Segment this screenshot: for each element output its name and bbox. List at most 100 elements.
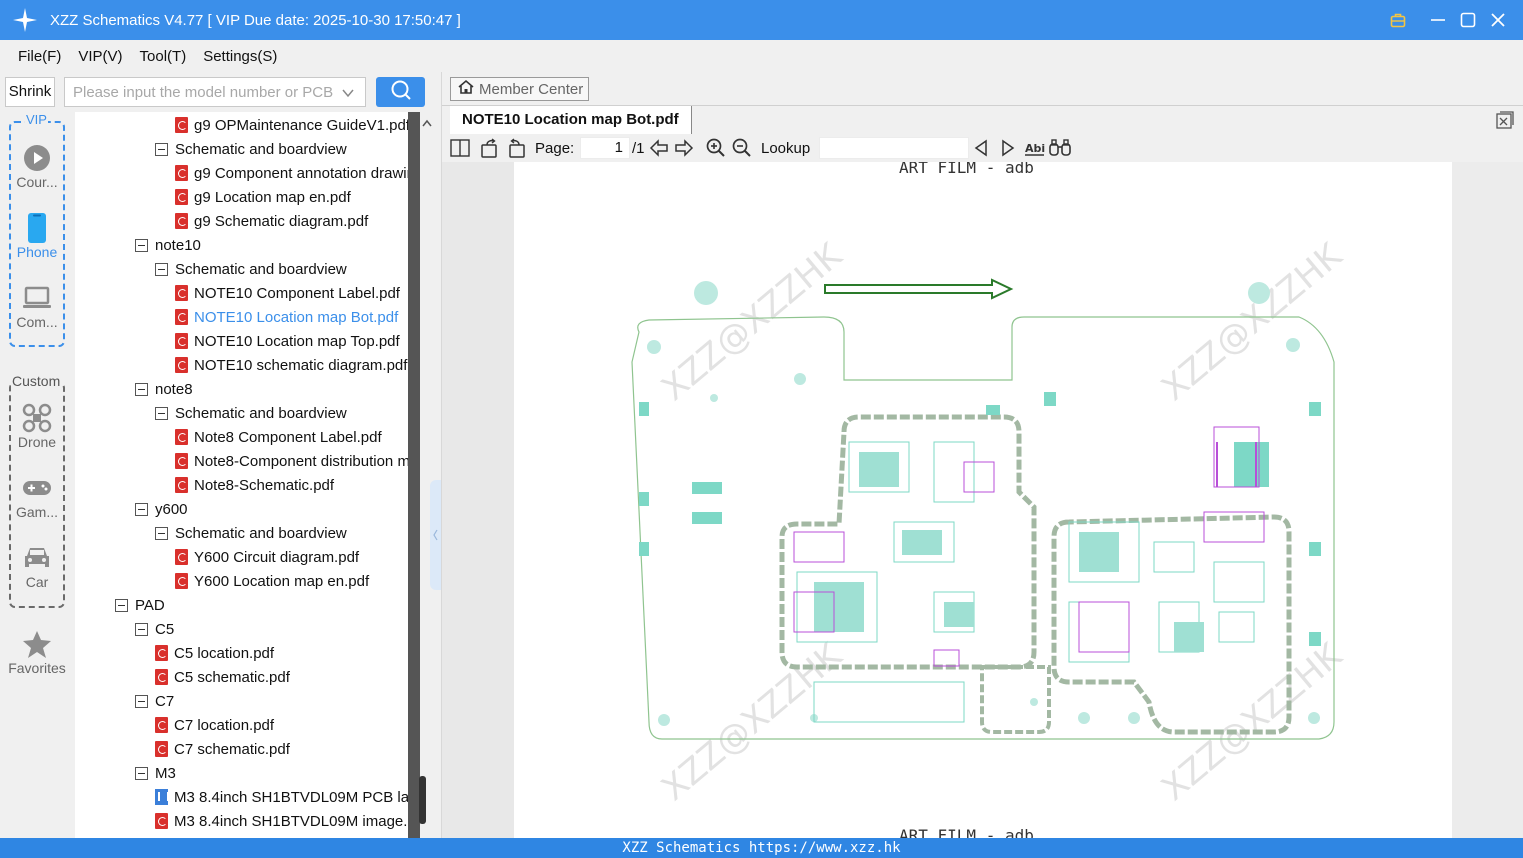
tree-item-label: Y600 Circuit diagram.pdf [194, 548, 360, 566]
tree-file[interactable]: NOTE10 Location map Bot.pdf [175, 305, 398, 329]
member-center-button[interactable]: Member Center [450, 77, 589, 101]
tree-folder[interactable]: PAD [115, 593, 165, 617]
tree-file[interactable]: C5 schematic.pdf [155, 665, 290, 689]
collapse-toggle-icon[interactable] [135, 502, 148, 516]
tree-folder[interactable]: M3 [135, 761, 176, 785]
scroll-up-icon[interactable] [422, 114, 432, 127]
tree-folder[interactable]: note8 [135, 377, 193, 401]
search-button[interactable] [376, 77, 425, 107]
custom-label: Custom [11, 373, 62, 389]
collapse-toggle-icon[interactable] [135, 622, 148, 636]
sidebar-toggle-icon[interactable] [450, 138, 470, 158]
tree-file[interactable]: C7 schematic.pdf [155, 737, 290, 761]
collapse-toggle-icon[interactable] [115, 598, 128, 612]
lookup-label: Lookup [761, 139, 811, 157]
tab-document[interactable]: NOTE10 Location map Bot.pdf [450, 106, 692, 134]
zoom-in-icon[interactable] [706, 138, 726, 158]
svg-text:XZZ@XZZHK: XZZ@XZZHK [1154, 235, 1351, 409]
collapse-toggle-icon[interactable] [135, 382, 148, 396]
tree-file[interactable]: NOTE10 Location map Top.pdf [175, 329, 400, 353]
maximize-icon[interactable] [1453, 0, 1483, 40]
collapse-toggle-icon[interactable] [155, 262, 168, 276]
match-case-icon[interactable]: Abi [1024, 138, 1046, 158]
menu-tool[interactable]: Tool(T) [140, 48, 187, 65]
pdf-viewer[interactable]: ART FILM - adb XZZ@XZZHK XZZ@XZZHK XZZ@X… [442, 162, 1523, 838]
tree-folder[interactable]: C5 [135, 617, 174, 641]
tree-file[interactable]: g9 Location map en.pdf [175, 185, 351, 209]
tree-item-label: Y600 Location map en.pdf [194, 572, 370, 590]
collapse-toggle-icon[interactable] [135, 694, 148, 708]
rotate-right-icon[interactable] [506, 138, 526, 158]
tree-file[interactable]: g9 Schematic diagram.pdf [175, 209, 368, 233]
tree-scrollbar[interactable] [408, 112, 432, 838]
lookup-input[interactable] [819, 137, 969, 159]
prev-page-icon[interactable] [649, 138, 669, 158]
next-page-icon[interactable] [674, 138, 694, 158]
phone-icon [0, 212, 74, 244]
tree-file[interactable]: g9 OPMaintenance GuideV1.pdf [175, 113, 408, 137]
rotate-left-icon[interactable] [480, 138, 500, 158]
tree-file[interactable]: Note8 Component Label.pdf [175, 425, 382, 449]
tree-folder[interactable]: Schematic and boardview [155, 521, 347, 545]
tree-folder[interactable]: Schematic and boardview [155, 401, 347, 425]
nav-drone[interactable]: Drone [0, 402, 74, 450]
collapse-toggle-icon[interactable] [155, 526, 168, 540]
close-icon[interactable] [1483, 0, 1513, 40]
binoculars-icon[interactable] [1049, 138, 1071, 158]
left-panel: Shrink VIP Cour... Phone [0, 72, 442, 838]
tree-folder[interactable]: y600 [135, 497, 188, 521]
tree-file[interactable]: C5 location.pdf [155, 641, 274, 665]
nav-game[interactable]: Gam... [0, 472, 74, 520]
pdf-file-icon [155, 813, 168, 829]
find-prev-icon[interactable] [973, 138, 989, 158]
page-number-input[interactable]: 1 [580, 137, 630, 159]
chevron-down-icon[interactable] [341, 85, 355, 104]
tree-folder[interactable]: note10 [135, 233, 201, 257]
menu-settings[interactable]: Settings(S) [203, 48, 277, 65]
tree-file[interactable]: M3 8.4inch SH1BTVDL09M PCB layout [155, 785, 408, 809]
tree-file[interactable]: M3 8.4inch SH1BTVDL09M image.pdf [155, 809, 408, 833]
svg-text:XZZ@XZZHK: XZZ@XZZHK [1154, 635, 1351, 809]
nav-computer[interactable]: Com... [0, 282, 74, 330]
nav-label: Car [25, 574, 49, 590]
tree-file[interactable]: g9 Component annotation drawing.pdf [175, 161, 408, 185]
nav-courses[interactable]: Cour... [0, 142, 74, 190]
zoom-out-icon[interactable] [732, 138, 752, 158]
nav-car[interactable]: Car [0, 542, 74, 590]
shrink-button[interactable]: Shrink [5, 77, 55, 107]
search-input[interactable] [65, 78, 335, 106]
tree-file[interactable]: NOTE10 schematic diagram.pdf [175, 353, 407, 377]
tree-file[interactable]: Note8-Schematic.pdf [175, 473, 334, 497]
title-bar: XZZ Schematics V4.77 [ VIP Due date: 202… [0, 0, 1523, 40]
collapse-toggle-icon[interactable] [155, 142, 168, 156]
menu-file[interactable]: File(F) [18, 48, 61, 65]
close-tab-icon[interactable] [1496, 111, 1514, 133]
nav-phone[interactable]: Phone [0, 212, 74, 260]
scrollbar-thumb[interactable] [419, 776, 426, 824]
find-next-icon[interactable] [1000, 138, 1016, 158]
tree-file[interactable]: NOTE10 Component Label.pdf [175, 281, 400, 305]
tree-file[interactable]: Y600 Circuit diagram.pdf [175, 545, 359, 569]
tree-item-label: M3 [155, 764, 176, 782]
tree-item-label: note8 [155, 380, 193, 398]
tree-file[interactable]: C7 location.pdf [155, 713, 274, 737]
menu-vip[interactable]: VIP(V) [78, 48, 122, 65]
minimize-icon[interactable] [1423, 0, 1453, 40]
pdf-file-icon [155, 669, 168, 685]
tree-folder[interactable]: C7 [135, 689, 174, 713]
collapse-toggle-icon[interactable] [155, 406, 168, 420]
tree-item-label: note10 [155, 236, 201, 254]
tree-file[interactable]: Note8-Component distribution map.pdf [175, 449, 408, 473]
status-bar: XZZ Schematics https://www.xzz.hk [0, 838, 1523, 858]
collapse-toggle-icon[interactable] [135, 766, 148, 780]
nav-favorites[interactable]: Favorites [0, 628, 74, 676]
window-title: XZZ Schematics V4.77 [ VIP Due date: 202… [50, 11, 461, 29]
page-footer-text: ART FILM - adb [899, 826, 1034, 838]
tree-folder[interactable]: Schematic and boardview [155, 137, 347, 161]
pdf-file-icon [155, 645, 168, 661]
collapse-toggle-icon[interactable] [135, 238, 148, 252]
tree-folder[interactable]: Schematic and boardview [155, 257, 347, 281]
briefcase-icon[interactable] [1383, 0, 1413, 40]
pdf-file-icon [175, 429, 188, 445]
tree-file[interactable]: Y600 Location map en.pdf [175, 569, 369, 593]
